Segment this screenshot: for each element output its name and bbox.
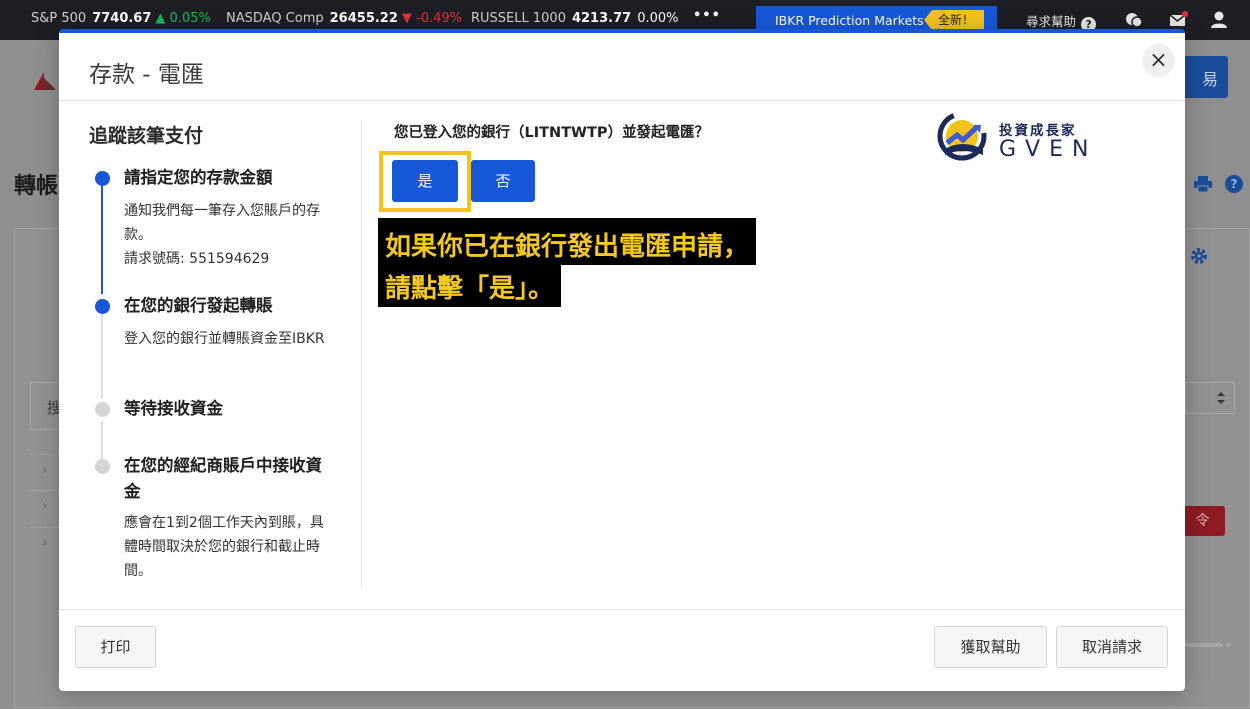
ticker-item[interactable]: RUSSELL 1000 4213.77 0.00% (471, 11, 679, 26)
step-title: 在您的經紀商賬戶中接收資金 (124, 456, 322, 501)
tracker-title: 追蹤該筆支付 (89, 125, 204, 147)
user-icon[interactable] (1208, 9, 1230, 31)
step-dot-pending (95, 402, 110, 417)
ticker-price: 4213.77 (571, 11, 632, 26)
cancel-request-button[interactable]: 取消請求 (1056, 626, 1168, 668)
step-dot-current (95, 299, 110, 314)
ticker-change: ▲ 0.05% (155, 11, 211, 26)
request-number: 請求號碼: 551594629 (124, 251, 270, 267)
ticker-item[interactable]: NASDAQ Comp 26455.22 ▼ -0.49% (226, 11, 462, 26)
deposit-wire-modal: 存款 - 電匯 × 追蹤該筆支付 請指定您的存款金額 通知我們每一筆存入您賬戶的… (59, 29, 1185, 691)
close-icon: × (1149, 48, 1168, 73)
ticker-price: 26455.22 (329, 11, 398, 26)
ticker-price: 7740.67 (92, 11, 152, 26)
help-icon: ? (1225, 175, 1243, 193)
step-title: 在您的銀行發起轉賬 (124, 296, 273, 315)
ticker-item[interactable]: S&P 500 7740.67 ▲ 0.05% (31, 11, 211, 26)
prediction-markets-label: IBKR Prediction Markets (775, 13, 924, 28)
print-button[interactable]: 打印 (75, 626, 156, 668)
watermark-logo: 投資成長家 GVEN (937, 109, 1088, 165)
sort-select (1185, 382, 1235, 414)
column-divider (361, 121, 362, 589)
growth-logo-icon (937, 111, 987, 161)
step-dot-complete (95, 171, 110, 186)
annotation-line-2: 請點擊「是」。 (378, 265, 562, 307)
step-description: 通知我們每一筆存入您賬戶的存款。 (124, 203, 320, 243)
confirm-question: 您已登入您的銀行（LITNTWTP）並發起電匯？ (394, 125, 710, 141)
new-badge: 全新！ (924, 10, 985, 30)
step-description: 登入您的銀行並轉賬資金至IBKR (124, 331, 325, 347)
ibkr-logo-icon (34, 72, 56, 90)
watermark-title: 投資成長家 (999, 123, 1077, 139)
step-dot-pending (95, 459, 110, 474)
ticker-change: ▼ -0.49% (401, 11, 463, 26)
progress-line-pending (101, 309, 103, 399)
more-tickers-button[interactable]: ••• (693, 8, 721, 23)
yes-button[interactable]: 是 (392, 160, 458, 202)
close-button[interactable]: × (1142, 44, 1175, 77)
get-help-button[interactable]: 獲取幫助 (934, 626, 1047, 668)
gear-icon (1191, 248, 1207, 264)
sort-arrows-icon (1217, 392, 1225, 404)
chat-icon[interactable] (1123, 9, 1145, 31)
watermark-subtitle: GVEN (999, 137, 1098, 162)
progress-line-pending (101, 421, 103, 463)
progress-line-complete (101, 179, 103, 294)
annotation-line-1: 如果你已在銀行發出電匯申請， (378, 218, 757, 265)
mail-icon[interactable] (1167, 9, 1189, 31)
header-divider (59, 100, 1185, 101)
step-title: 等待接收資金 (124, 399, 223, 418)
footer-divider (59, 609, 1185, 610)
ticker-name: NASDAQ Comp (226, 11, 324, 26)
ticker-name: S&P 500 (31, 11, 87, 26)
order-button: 令 (1180, 506, 1225, 536)
page-title: 轉帳 (14, 174, 59, 199)
modal-title: 存款 - 電匯 (89, 62, 204, 88)
ticker-name: RUSSELL 1000 (471, 11, 566, 26)
help-link-label: 尋求幫助 (1026, 14, 1077, 29)
step-description: 應會在1到2個工作天內到賬，具體時間取決於您的銀行和截止時間。 (124, 515, 324, 579)
step-title: 請指定您的存款金額 (124, 168, 273, 187)
print-icon (1194, 176, 1212, 192)
no-button[interactable]: 否 (471, 160, 535, 202)
ticker-change: 0.00% (637, 11, 679, 26)
scrollbar (1183, 642, 1232, 648)
